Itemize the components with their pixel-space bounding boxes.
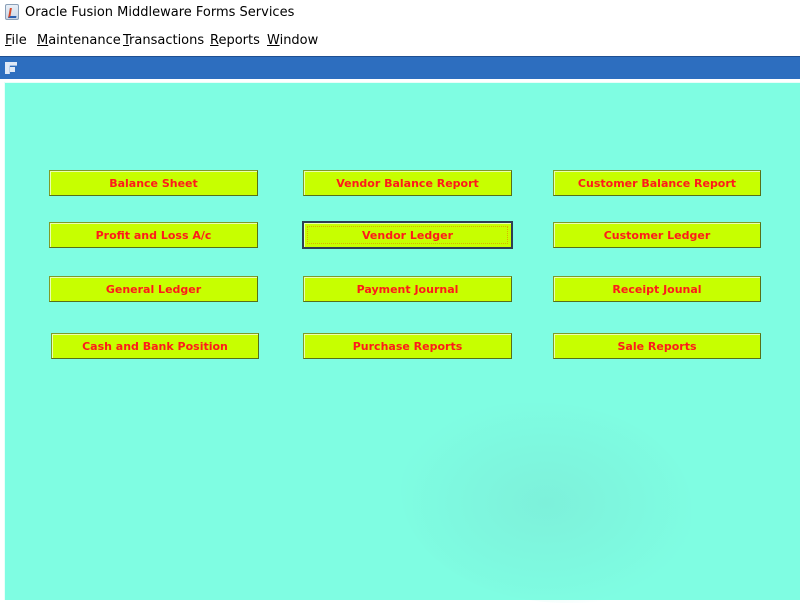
balance-sheet-button[interactable]: Balance Sheet <box>49 170 258 196</box>
title-bar: Oracle Fusion Middleware Forms Services <box>0 0 800 26</box>
background-smudge <box>401 403 691 603</box>
payment-journal-button[interactable]: Payment Journal <box>303 276 512 302</box>
menu-file[interactable]: File <box>5 33 27 48</box>
general-ledger-button[interactable]: General Ledger <box>49 276 258 302</box>
receipt-journal-button[interactable]: Receipt Jounal <box>553 276 761 302</box>
profit-and-loss-button[interactable]: Profit and Loss A/c <box>49 222 258 248</box>
inner-window-bar <box>0 56 800 79</box>
vendor-ledger-label: Vendor Ledger <box>362 228 453 242</box>
menu-transactions[interactable]: Transactions <box>123 33 204 48</box>
menu-bar: File Maintenance Transactions Reports Wi… <box>0 26 800 56</box>
customer-ledger-button[interactable]: Customer Ledger <box>553 222 761 248</box>
menu-maintenance[interactable]: Maintenance <box>37 33 121 48</box>
menu-window[interactable]: Window <box>267 33 318 48</box>
java-app-icon <box>5 4 19 20</box>
vendor-ledger-button[interactable]: Vendor Ledger <box>303 222 512 248</box>
customer-balance-report-button[interactable]: Customer Balance Report <box>553 170 761 196</box>
window-title: Oracle Fusion Middleware Forms Services <box>25 5 295 20</box>
forms-window-icon[interactable] <box>5 62 17 74</box>
purchase-reports-button[interactable]: Purchase Reports <box>303 333 512 359</box>
menu-reports[interactable]: Reports <box>210 33 260 48</box>
cash-and-bank-position-button[interactable]: Cash and Bank Position <box>51 333 259 359</box>
form-canvas: Balance Sheet Vendor Balance Report Cust… <box>4 82 800 603</box>
sale-reports-button[interactable]: Sale Reports <box>553 333 761 359</box>
vendor-balance-report-button[interactable]: Vendor Balance Report <box>303 170 512 196</box>
